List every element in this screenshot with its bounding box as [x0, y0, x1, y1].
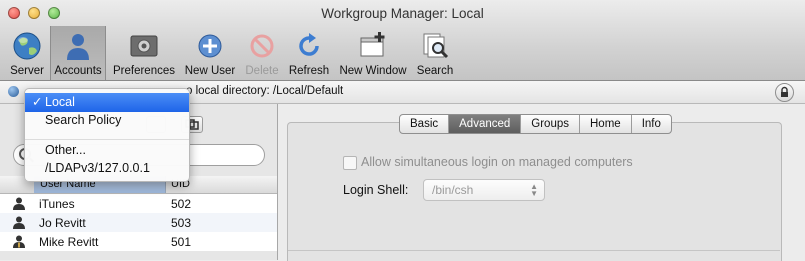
login-shell-select[interactable]: /bin/csh ▲ ▼ — [423, 179, 545, 201]
search-document-icon — [423, 33, 449, 59]
user-name: Jo Revitt — [39, 216, 86, 230]
tab-advanced[interactable]: Advanced — [449, 115, 522, 133]
new-user-label: New User — [184, 65, 236, 77]
search-button[interactable]: Search — [415, 30, 455, 77]
user-icon — [13, 197, 25, 210]
delete-button[interactable]: Delete — [244, 30, 280, 77]
lock-button[interactable] — [775, 83, 794, 102]
updown-arrows-icon: ▲ ▼ — [530, 182, 538, 198]
menu-item-label: Search Policy — [45, 113, 122, 127]
delete-label: Delete — [245, 65, 279, 77]
tab-basic[interactable]: Basic — [400, 115, 450, 133]
table-row[interactable]: Jo Revitt 503 — [0, 213, 277, 232]
refresh-label: Refresh — [288, 65, 330, 77]
user-uid: 502 — [171, 197, 192, 211]
search-label: Search — [416, 65, 454, 77]
menu-item-label: /LDAPv3/127.0.0.1 — [45, 161, 150, 175]
simultaneous-login-label: Allow simultaneous login on managed comp… — [361, 155, 633, 169]
server-button[interactable]: Server — [8, 30, 46, 77]
tab-info[interactable]: Info — [632, 115, 671, 133]
directory-path-text: o local directory: /Local/Default — [186, 85, 344, 97]
admin-user-icon — [13, 235, 25, 248]
menu-separator — [25, 139, 189, 140]
user-uid: 503 — [171, 216, 192, 230]
menu-item-label: Local — [45, 95, 75, 109]
menu-item-label: Other... — [45, 143, 86, 157]
login-shell-label: Login Shell: — [343, 183, 409, 197]
plus-icon — [198, 34, 222, 58]
checkmark-icon: ✓ — [32, 95, 43, 109]
login-shell-value: /bin/csh — [432, 183, 474, 197]
menu-item-search-policy[interactable]: Search Policy — [25, 111, 189, 130]
menu-item-local[interactable]: ✓ Local — [25, 93, 189, 112]
preferences-switch-icon — [130, 35, 158, 57]
preferences-button[interactable]: Preferences — [112, 30, 176, 77]
new-window-label: New Window — [339, 65, 407, 77]
user-icon — [13, 216, 25, 229]
refresh-button[interactable]: Refresh — [287, 30, 331, 77]
table-row[interactable]: Mike Revitt 501 — [0, 232, 277, 251]
menu-item-ldap[interactable]: /LDAPv3/127.0.0.1 — [25, 159, 189, 178]
tab-home[interactable]: Home — [580, 115, 632, 133]
accounts-user-icon — [67, 34, 89, 60]
server-label: Server — [10, 65, 44, 77]
window-toolbar: Workgroup Manager: Local Server Accounts… — [0, 0, 805, 81]
simultaneous-login-checkbox[interactable] — [343, 156, 357, 170]
panel-divider — [288, 250, 780, 251]
directory-globe-icon[interactable] — [8, 86, 19, 97]
user-name: Mike Revitt — [39, 235, 99, 249]
menu-item-other[interactable]: Other... — [25, 141, 189, 160]
directory-dropdown-menu: ✓ Local Search Policy Other... /LDAPv3/1… — [24, 88, 190, 182]
new-window-icon — [360, 32, 385, 57]
accounts-button[interactable]: Accounts — [52, 30, 104, 77]
lock-icon — [781, 86, 788, 97]
new-user-button[interactable]: New User — [184, 30, 236, 77]
refresh-icon — [299, 33, 319, 56]
table-row[interactable]: iTunes 502 — [0, 194, 277, 213]
user-list-rows: iTunes 502 Jo Revitt 503 Mike Revitt 501 — [0, 194, 277, 251]
user-name: iTunes — [39, 197, 75, 211]
tab-groups[interactable]: Groups — [521, 115, 580, 133]
preferences-label: Preferences — [112, 65, 175, 77]
delete-no-icon — [250, 34, 274, 58]
server-globe-icon — [13, 32, 41, 60]
account-tabs: Basic Advanced Groups Home Info — [399, 114, 672, 134]
window-title: Workgroup Manager: Local — [321, 6, 484, 21]
accounts-label: Accounts — [54, 65, 102, 77]
user-uid: 501 — [171, 235, 192, 249]
new-window-button[interactable]: New Window — [338, 30, 408, 77]
